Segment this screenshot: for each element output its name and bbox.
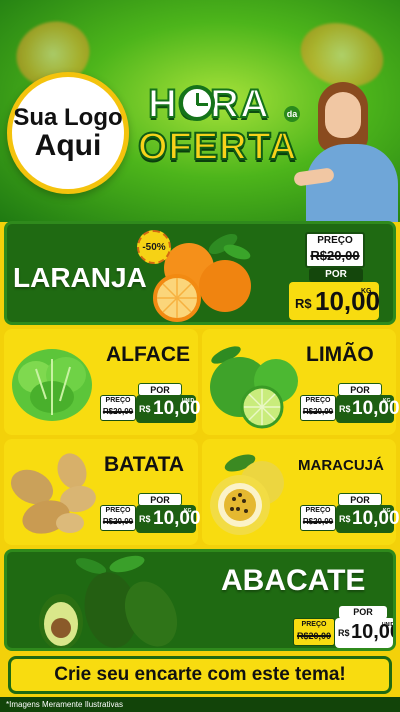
- new-price-box: R$ 10,00 KG: [336, 505, 400, 533]
- oferta-text: OFERTA: [137, 125, 298, 169]
- store-logo-placeholder[interactable]: Sua Logo Aqui: [7, 72, 129, 194]
- old-price-box: PREÇO R$20,00: [305, 232, 365, 268]
- old-price-box: PREÇO R$20,00: [100, 395, 136, 421]
- unit: KG: [383, 398, 391, 404]
- lettuce-image: [12, 349, 92, 421]
- preco-label: PREÇO: [105, 397, 131, 404]
- product-name: LARANJA: [13, 262, 147, 293]
- currency: R$: [339, 404, 351, 414]
- preco-label: PREÇO: [105, 507, 131, 514]
- unit: KG: [184, 508, 192, 514]
- product-name: ABACATE: [221, 564, 366, 597]
- new-price-box: R$ 10,00 KG: [289, 282, 380, 320]
- currency: R$: [338, 628, 350, 638]
- currency: R$: [139, 514, 151, 524]
- currency: R$: [339, 514, 351, 524]
- product-card-alface[interactable]: ALFACE POR PREÇO R$20,00 R$ 10,00 UNID: [4, 329, 201, 435]
- preco-label: PREÇO: [305, 507, 331, 514]
- woman-illustration: [293, 82, 400, 222]
- unit: KG: [361, 288, 372, 295]
- product-name: ALFACE: [106, 343, 190, 366]
- product-card-laranja[interactable]: LARANJA PREÇO R$20,00 POR R$ 10,00 KG: [4, 221, 396, 325]
- preco-label: PREÇO: [305, 397, 331, 404]
- product-name: MARACUJÁ: [298, 457, 384, 474]
- new-price-box: R$ 10,00 KG: [136, 505, 201, 533]
- product-card-batata[interactable]: BATATA POR PREÇO R$20,00 R$ 10,00 KG: [4, 439, 201, 545]
- discount-badge: -50%: [137, 230, 171, 264]
- unit: UNID: [182, 398, 195, 404]
- new-price: 10,00: [153, 508, 201, 529]
- product-name: LIMÃO: [306, 343, 374, 366]
- old-price-box: PREÇO R$20,00: [300, 505, 336, 531]
- product-name: BATATA: [104, 453, 185, 476]
- old-price-box: PREÇO R$20,00: [300, 395, 336, 421]
- clock-icon: [179, 85, 215, 121]
- old-price: R$20,00: [310, 248, 360, 263]
- old-price: R$20,00: [102, 517, 134, 526]
- logo-line-2: Aqui: [34, 128, 102, 162]
- currency: R$: [139, 404, 151, 414]
- logo-line-1: Sua Logo: [13, 103, 123, 131]
- new-price-box: R$ 10,00 UNID: [335, 618, 395, 648]
- hora-da-oferta-title: HORA da OFERTA: [134, 76, 314, 176]
- header: Sua Logo Aqui HORA da OFERTA: [0, 0, 400, 222]
- new-price-box: R$ 10,00 KG: [336, 395, 400, 423]
- product-card-abacate[interactable]: ABACATE POR PREÇO R$20,00 R$ 10,00 UNID: [4, 549, 396, 651]
- passion-fruit-image: [210, 454, 284, 535]
- potato-image: [10, 453, 96, 534]
- new-price: 10,00: [352, 398, 400, 419]
- por-label: POR: [309, 268, 363, 282]
- new-price-box: R$ 10,00 UNID: [136, 395, 201, 423]
- old-price-box: PREÇO R$20,00: [293, 618, 335, 646]
- preco-label: PREÇO: [317, 235, 353, 246]
- da-text: da: [284, 106, 300, 122]
- lime-image: [210, 346, 298, 429]
- product-card-maracuja[interactable]: MARACUJÁ POR PREÇO R$20,00 R$ 10,00 KG: [202, 439, 400, 545]
- old-price: R$20,00: [102, 407, 134, 416]
- old-price-box: PREÇO R$20,00: [100, 505, 136, 531]
- disclaimer: *Imagens Meramente Ilustrativas: [0, 697, 400, 712]
- preco-label: PREÇO: [301, 621, 327, 628]
- currency: R$: [295, 296, 312, 311]
- unit: UNID: [382, 622, 395, 628]
- cta-banner[interactable]: Crie seu encarte com este tema!: [8, 656, 392, 694]
- old-price: R$20,00: [296, 631, 332, 641]
- unit: KG: [383, 508, 391, 514]
- product-card-limao[interactable]: LIMÃO POR PREÇO R$20,00 R$ 10,00 KG: [202, 329, 400, 435]
- new-price: 10,00: [352, 508, 400, 529]
- old-price: R$20,00: [302, 407, 334, 416]
- old-price: R$20,00: [302, 517, 334, 526]
- avocado-image: [39, 555, 178, 648]
